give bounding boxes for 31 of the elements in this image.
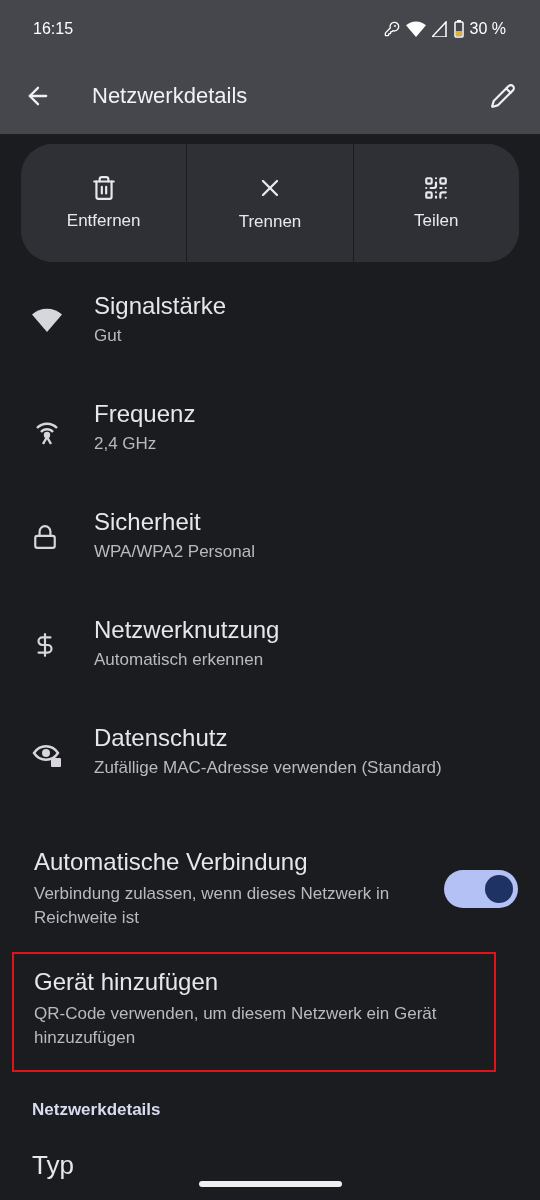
toggle-switch[interactable] <box>444 870 518 908</box>
setting-title[interactable]: Gerät hinzufügen <box>34 968 474 996</box>
detail-value: 2,4 GHz <box>94 434 158 454</box>
detail-value: Gut <box>94 326 123 346</box>
key-icon <box>383 21 400 37</box>
detail-title: Typ <box>31 1149 75 1181</box>
detail-title: Frequenz <box>94 400 196 428</box>
action-button[interactable]: Entfernen <box>21 144 188 262</box>
detail-title: Netzwerknutzung <box>94 616 280 644</box>
detail-title: Sicherheit <box>94 508 202 536</box>
detail-value: Automatisch erkennen <box>94 650 265 670</box>
setting-summary: QR-Code verwenden, um diesem Netzwerk ein Gerät hinzuzufügen <box>34 1003 438 1049</box>
battery-percent: 30 % <box>469 20 506 38</box>
lock-icon <box>32 524 58 550</box>
trash-icon <box>90 175 117 201</box>
battery-icon <box>453 20 464 38</box>
detail-value: WPA/WPA2 Personal <box>94 542 255 562</box>
detail-title: Signalstärke <box>94 292 227 320</box>
status-time: 16:15 <box>33 20 74 38</box>
detail-value: Zufällige MAC-Adresse verwenden (Standard) <box>94 758 442 778</box>
section-heading: Netzwerkdetails <box>31 1099 162 1120</box>
setting-summary: Verbindung zulassen, wenn dieses Netzwerk in Reichweite ist <box>34 883 391 929</box>
screen-title: Netzwerkdetails <box>92 83 249 109</box>
gesture-handle[interactable] <box>199 1181 342 1187</box>
wifi-icon <box>405 21 426 37</box>
qr-code-icon <box>423 175 450 201</box>
wifi-icon <box>32 308 62 332</box>
setting-title[interactable]: Automatische Verbindung <box>34 848 432 876</box>
detail-title: Datenschutz <box>94 724 229 752</box>
edit-button[interactable] <box>490 83 516 109</box>
signal-icon <box>431 21 448 37</box>
